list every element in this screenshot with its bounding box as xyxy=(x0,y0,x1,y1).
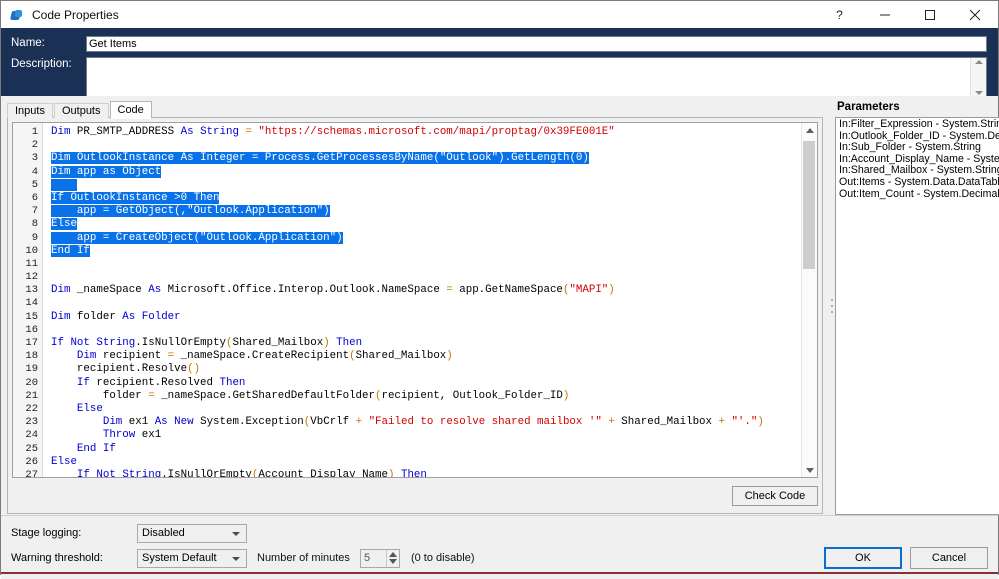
code-text[interactable]: Dim PR_SMTP_ADDRESS As String = "https:/… xyxy=(43,123,801,477)
minutes-hint: (0 to disable) xyxy=(410,552,475,564)
parameter-item[interactable]: In:Filter_Expression - System.String xyxy=(837,119,999,131)
stepper-down-icon[interactable] xyxy=(388,558,397,564)
code-tab-panel: 1 2 3 4 5 6 7 8 9 10 11 12 13 14 15 16 17 18 19 20 21 22 23 24 2… xyxy=(7,117,823,514)
stepper-arrows[interactable] xyxy=(385,549,399,567)
tab-strip: Inputs Outputs Code xyxy=(1,100,829,119)
warning-threshold-label: Warning threshold: xyxy=(11,552,103,564)
scroll-up-icon[interactable] xyxy=(802,123,817,137)
cancel-button[interactable]: Cancel xyxy=(910,547,988,569)
window-title: Code Properties xyxy=(32,7,119,22)
minutes-label: Number of minutes xyxy=(257,552,350,564)
tab-inputs[interactable]: Inputs xyxy=(7,103,53,118)
tab-code[interactable]: Code xyxy=(109,101,152,119)
description-row: Description: xyxy=(11,57,988,98)
dialog-footer: Stage logging: Disabled Warning threshol… xyxy=(1,515,998,579)
line-number-gutter: 1 2 3 4 5 6 7 8 9 10 11 12 13 14 15 16 17 18 19 20 21 22 23 24 2… xyxy=(13,123,43,477)
scroll-down-icon[interactable] xyxy=(974,91,983,95)
minimize-icon[interactable] xyxy=(862,1,907,28)
maximize-icon[interactable] xyxy=(907,1,952,28)
minutes-stepper[interactable]: 5 xyxy=(359,548,400,568)
name-label: Name: xyxy=(11,37,45,49)
footer-settings: Stage logging: Disabled Warning threshol… xyxy=(11,522,808,579)
parameters-list[interactable]: In:Filter_Expression - System.String In:O… xyxy=(835,117,999,515)
main-body: Inputs Outputs Code 1 2 3 4 5 6 7 8 9 10 11 12 13 14 1… xyxy=(1,96,999,515)
minutes-value[interactable]: 5 xyxy=(361,550,386,567)
scroll-up-icon[interactable] xyxy=(974,60,983,64)
ok-button[interactable]: OK xyxy=(824,547,902,569)
code-scroll-host: Dim PR_SMTP_ADDRESS As String = "https:/… xyxy=(43,123,801,477)
stage-logging-row: Stage logging: Disabled xyxy=(11,522,808,544)
tab-outputs[interactable]: Outputs xyxy=(53,103,109,118)
parameter-item[interactable]: In:Sub_Folder - System.String xyxy=(837,142,999,154)
warning-threshold-select[interactable]: System Default xyxy=(137,548,247,568)
description-label: Description: xyxy=(11,58,72,70)
stage-logging-select[interactable]: Disabled xyxy=(137,523,247,543)
code-vertical-scrollbar[interactable] xyxy=(801,123,817,477)
warning-threshold-row: Warning threshold: System Default Number… xyxy=(11,547,808,569)
parameter-item[interactable]: In:Outlook_Folder_ID - System.Decimal xyxy=(837,131,999,143)
blueprism-app-icon xyxy=(9,7,25,23)
code-editor[interactable]: 1 2 3 4 5 6 7 8 9 10 11 12 13 14 15 16 17 18 19 20 21 22 23 24 2… xyxy=(12,122,818,478)
chevron-down-icon xyxy=(232,531,240,536)
dialog-buttons: OK Cancel xyxy=(808,522,988,579)
code-properties-window: Code Properties ? Name: Description: xyxy=(0,0,999,579)
scroll-thumb[interactable] xyxy=(803,141,815,269)
close-icon[interactable] xyxy=(952,1,998,28)
scroll-down-icon[interactable] xyxy=(802,463,817,477)
description-input[interactable] xyxy=(87,58,970,97)
stage-logging-label: Stage logging: xyxy=(11,527,82,539)
description-scrollbar[interactable] xyxy=(970,58,986,97)
scroll-track[interactable] xyxy=(802,137,817,463)
parameter-item[interactable]: In:Account_Display_Name - System.String xyxy=(837,154,999,166)
parameter-item[interactable]: Out:Item_Count - System.Decimal xyxy=(837,189,999,201)
check-code-bar: Check Code xyxy=(12,478,818,509)
chevron-down-icon xyxy=(232,556,240,561)
parameter-item[interactable]: Out:Items - System.Data.DataTable xyxy=(837,177,999,189)
parameter-item[interactable]: In:Shared_Mailbox - System.String xyxy=(837,165,999,177)
name-input[interactable] xyxy=(86,36,987,52)
editor-column: Inputs Outputs Code 1 2 3 4 5 6 7 8 9 10 11 12 13 14 1… xyxy=(1,96,829,515)
bottom-accent-bar xyxy=(1,572,998,574)
window-controls: ? xyxy=(817,1,998,28)
stage-logging-value: Disabled xyxy=(142,527,185,539)
title-bar: Code Properties ? xyxy=(1,1,998,28)
parameters-column: Parameters In:Filter_Expression - System… xyxy=(835,96,999,515)
name-row: Name: xyxy=(11,36,988,52)
warning-threshold-value: System Default xyxy=(142,552,217,564)
description-wrapper xyxy=(86,57,987,98)
properties-header: Name: Description: xyxy=(1,28,998,98)
stepper-up-icon[interactable] xyxy=(388,552,397,558)
help-icon[interactable]: ? xyxy=(817,1,862,28)
check-code-button[interactable]: Check Code xyxy=(732,486,818,506)
parameters-title: Parameters xyxy=(837,101,900,113)
